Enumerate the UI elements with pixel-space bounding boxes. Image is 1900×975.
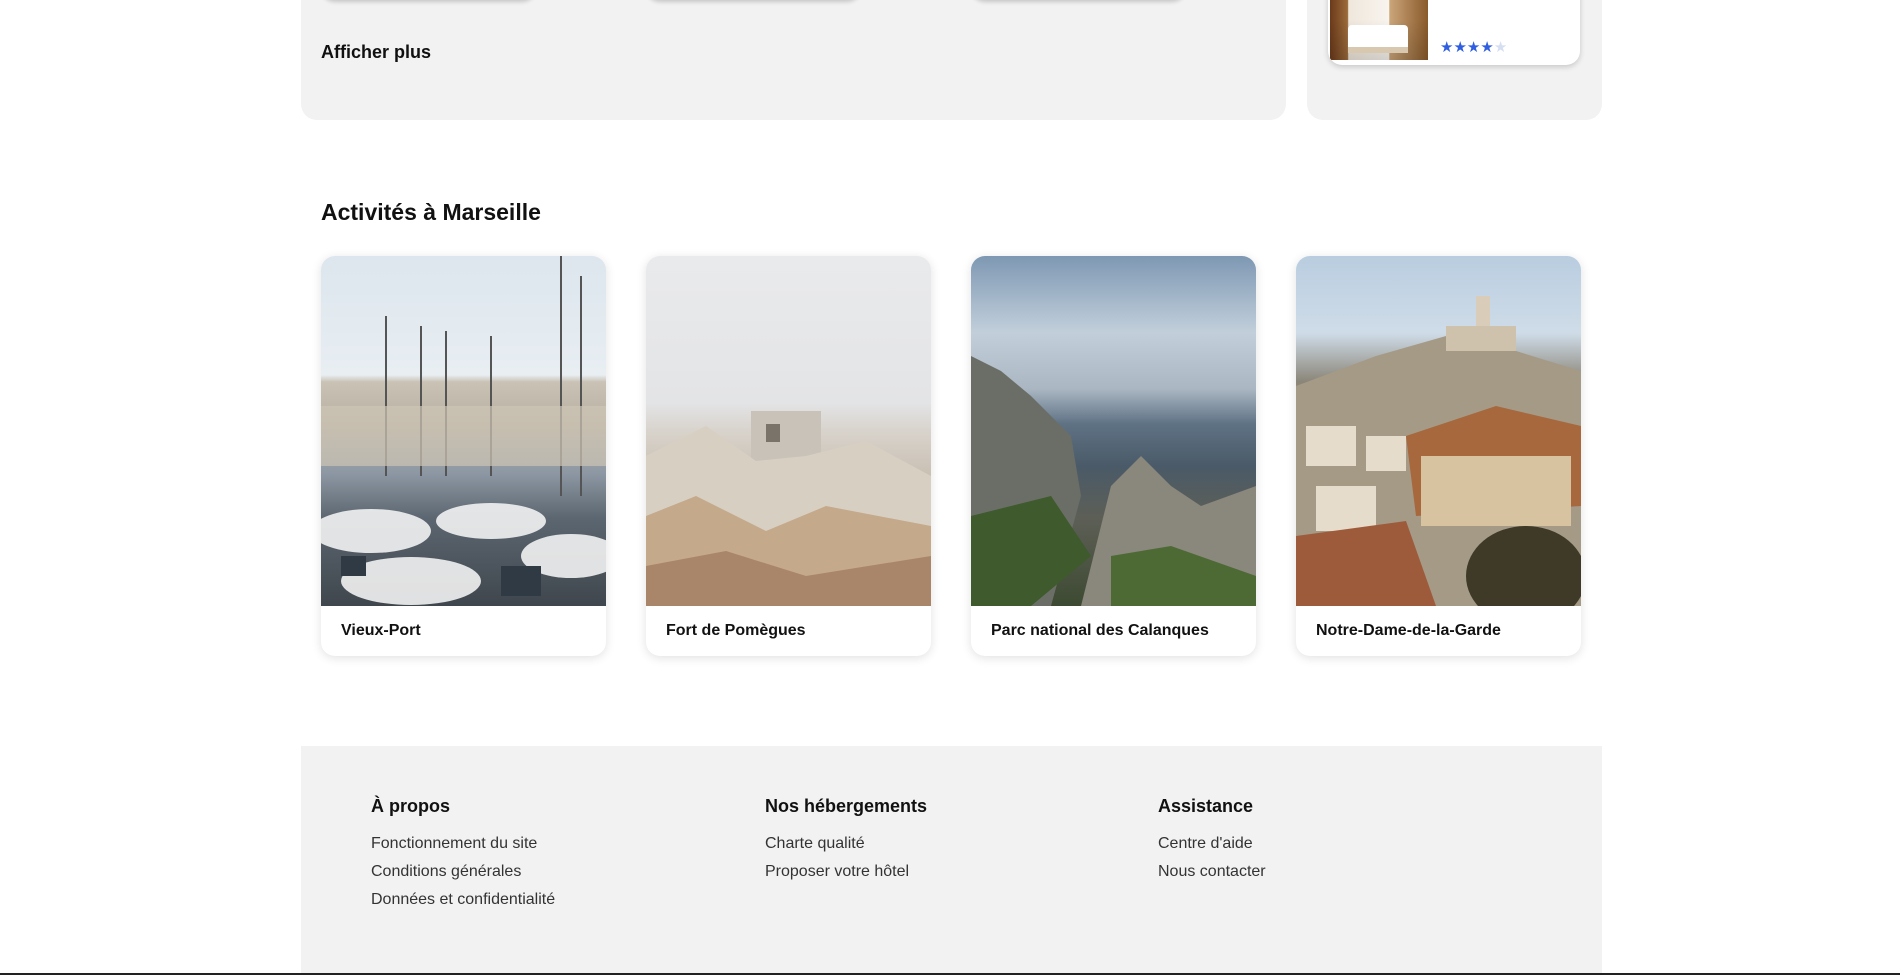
footer-link[interactable]: Nous contacter <box>1158 863 1266 881</box>
star-icon: ★ <box>1466 39 1481 56</box>
footer-link[interactable]: Centre d'aide <box>1158 835 1266 853</box>
harbor-illustration <box>321 256 606 605</box>
star-icon: ★ <box>1480 39 1494 56</box>
star-icon: ★ <box>1440 39 1454 56</box>
hotel-card[interactable]: ★★★★★ <box>1328 0 1580 65</box>
activity-image <box>1296 256 1581 606</box>
footer-column-accommodations: Nos hébergements Charte qualité Proposer… <box>765 796 927 891</box>
star-icon: ★ <box>1453 39 1467 56</box>
star-rating: ★★★★★ <box>1440 38 1507 56</box>
activity-card-vieux-port[interactable]: Vieux-Port <box>321 256 606 656</box>
activities-title: Activités à Marseille <box>321 199 541 225</box>
footer-heading: Nos hébergements <box>765 796 928 816</box>
footer-heading: À propos <box>371 796 450 816</box>
footer-link[interactable]: Charte qualité <box>765 835 927 853</box>
footer-column-about: À propos Fonctionnement du site Conditio… <box>371 796 555 919</box>
activity-label: Notre-Dame-de-la-Garde <box>1316 622 1501 639</box>
activity-label: Parc national des Calanques <box>991 622 1209 639</box>
show-more-button[interactable]: Afficher plus <box>321 42 431 63</box>
bed-illustration <box>1348 25 1408 53</box>
basilica-illustration <box>1296 296 1581 606</box>
activity-card-calanques[interactable]: Parc national des Calanques <box>971 256 1256 656</box>
results-panel: Afficher plus <box>301 0 1286 120</box>
hotel-thumbnail <box>1330 0 1428 60</box>
activity-image <box>646 256 931 606</box>
calanques-illustration <box>971 356 1256 606</box>
activity-card-notre-dame-de-la-garde[interactable]: Notre-Dame-de-la-Garde <box>1296 256 1581 656</box>
footer-link[interactable]: Fonctionnement du site <box>371 835 555 853</box>
activity-label: Vieux-Port <box>341 622 421 639</box>
fort-illustration <box>646 411 931 606</box>
footer: À propos Fonctionnement du site Conditio… <box>301 746 1602 975</box>
sidebar-panel: ★★★★★ <box>1307 0 1602 120</box>
activity-image <box>321 256 606 606</box>
activity-image <box>971 256 1256 606</box>
activity-label: Fort de Pomègues <box>666 622 806 639</box>
footer-link[interactable]: Proposer votre hôtel <box>765 863 927 881</box>
activity-card-fort-de-pomegues[interactable]: Fort de Pomègues <box>646 256 931 656</box>
footer-link[interactable]: Conditions générales <box>371 863 555 881</box>
footer-column-assistance: Assistance Centre d'aide Nous contacter <box>1158 796 1266 891</box>
footer-link[interactable]: Données et confidentialité <box>371 891 555 909</box>
footer-heading: Assistance <box>1158 796 1254 816</box>
star-icon: ★ <box>1493 39 1508 56</box>
